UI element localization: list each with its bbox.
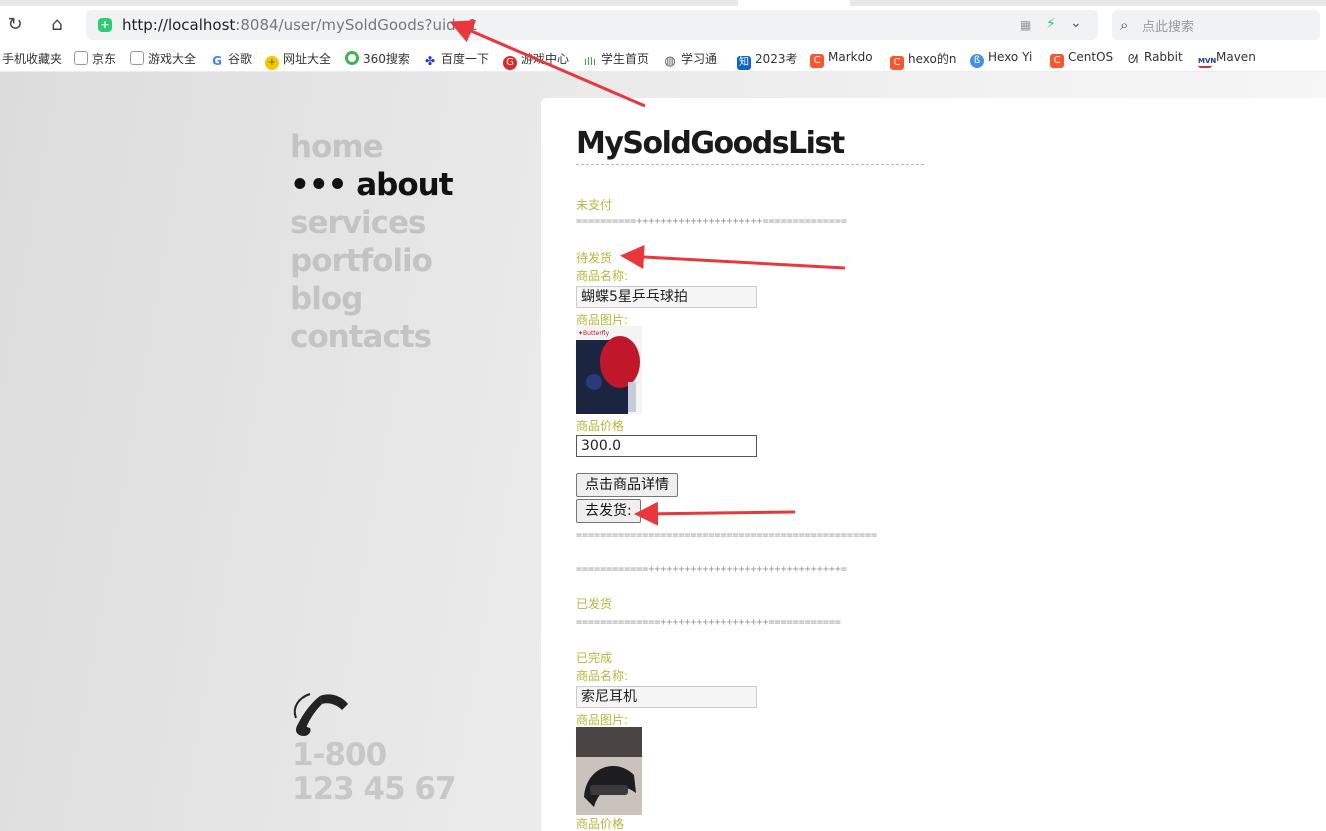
goods-image-paddle: ✦Butterfly	[576, 326, 642, 414]
bookmark-item[interactable]: C Markdo	[810, 50, 880, 68]
search-box[interactable]: ⌕ 点此搜索	[1112, 10, 1320, 40]
nav-contacts[interactable]: contacts	[290, 318, 453, 356]
bookmark-item[interactable]: G 游戏中心	[503, 50, 573, 70]
url-text[interactable]: http://localhost:8084/user/mySoldGoods?u…	[122, 16, 478, 34]
page-viewport: home ••• about services portfolio blog c…	[0, 72, 1326, 831]
status-to-ship: 待发货	[576, 251, 613, 265]
360-icon	[345, 51, 359, 65]
phone-line-1: 1-800	[292, 737, 387, 773]
nav-portfolio[interactable]: portfolio	[290, 242, 453, 280]
goods-name-field[interactable]: 索尼耳机	[576, 686, 757, 708]
nav-services[interactable]: services	[290, 204, 453, 242]
bookmark-item[interactable]: G 谷歌	[210, 50, 258, 68]
title-divider	[576, 164, 924, 165]
reload-icon[interactable]: ↻	[4, 14, 26, 36]
csdn-icon: C	[890, 56, 904, 70]
browser-toolbar: ↻ ⌂ + http://localhost:8084/user/mySoldG…	[0, 0, 1326, 46]
separator: ==========+++++++++++++++++++++=========…	[576, 216, 847, 227]
page-icon	[130, 51, 144, 65]
search-placeholder: 点此搜索	[1142, 20, 1195, 35]
bookmark-item[interactable]: 360搜索	[345, 50, 415, 67]
content-panel: MySoldGoodsList 未支付 ==========++++++++++…	[541, 98, 1326, 831]
wave-icon: ıllı	[583, 55, 597, 68]
csdn-icon: C	[1050, 54, 1064, 68]
nav-blog[interactable]: blog	[290, 280, 453, 318]
bookmark-item[interactable]: ıllı 学生首页	[583, 50, 653, 69]
svg-text:✦Butterfly: ✦Butterfly	[578, 330, 610, 337]
address-bar[interactable]: + http://localhost:8084/user/mySoldGoods…	[86, 10, 1098, 40]
status-completed: 已完成	[576, 651, 613, 665]
separator: ============++++++++++++++++++++++++++++…	[576, 564, 847, 575]
bookmark-item[interactable]: 游戏大全	[130, 50, 198, 67]
ship-button[interactable]: 去发货:	[576, 499, 641, 523]
bookmark-item[interactable]: MVNMaven	[1198, 50, 1262, 68]
bookmark-item[interactable]: ✤ 百度一下	[423, 50, 495, 68]
secure-shield-icon: +	[98, 18, 112, 32]
tab-strip	[0, 0, 1326, 6]
bookmark-item[interactable]: 京东	[74, 50, 122, 67]
separator: ==============++++++++++++++++++========…	[576, 617, 841, 628]
csdn-icon: C	[810, 54, 824, 68]
game-icon: G	[503, 56, 517, 70]
page-icon	[74, 51, 88, 65]
search-icon: ⌕	[1120, 16, 1129, 34]
telephone-icon	[293, 693, 348, 736]
hexo-icon: ß	[970, 54, 984, 68]
goods-price-label: 商品价格	[576, 817, 625, 831]
active-tab[interactable]	[738, 0, 850, 6]
globe-icon: ◍	[664, 54, 676, 69]
nav-about[interactable]: ••• about	[290, 166, 454, 204]
goods-name-field[interactable]: 蝴蝶5星乒乓球拍	[576, 286, 757, 308]
headphones-image	[576, 727, 642, 815]
bookmarks-bar: 手机收藏夹 京东 游戏大全 G 谷歌 + 网址大全 360搜索 ✤ 百度一下 G 游戏中…	[0, 46, 1326, 72]
bookmark-item[interactable]: 手机收藏夹	[2, 50, 66, 67]
site-nav: home ••• about services portfolio blog c…	[290, 128, 454, 356]
status-shipped: 已发货	[576, 597, 613, 611]
separator: ========================================…	[576, 530, 878, 541]
home-icon[interactable]: ⌂	[46, 14, 68, 36]
paddle-image: ✦Butterfly	[576, 326, 642, 414]
bookmark-item[interactable]: ᘛ Rabbit	[1126, 50, 1186, 66]
bookmark-item[interactable]: Chexo的n	[890, 50, 960, 70]
maven-icon: MVN	[1198, 54, 1216, 68]
goods-name-label: 商品名称:	[576, 669, 629, 683]
goods-price-field[interactable]: 300.0	[576, 435, 757, 457]
baidu-icon: ✤	[424, 54, 436, 68]
bookmark-item[interactable]: + 网址大全	[265, 50, 337, 70]
lightning-icon[interactable]: ⚡	[1046, 16, 1056, 32]
status-unpaid: 未支付	[576, 198, 613, 212]
chevron-down-icon[interactable]: ⌄	[1070, 15, 1082, 31]
goods-detail-button[interactable]: 点击商品详情	[576, 473, 678, 497]
bookmark-item[interactable]: ß Hexo Yi	[970, 50, 1040, 68]
zhihu-icon: 知	[737, 56, 751, 70]
bookmark-item[interactable]: ◍ 学习通	[663, 50, 729, 69]
site-icon: +	[265, 56, 279, 70]
qr-code-icon[interactable]: ▦	[1020, 18, 1031, 32]
phone-line-2: 123 45 67	[292, 771, 457, 807]
goods-image-headphones	[576, 727, 642, 815]
nav-home[interactable]: home	[290, 128, 453, 166]
google-icon: G	[212, 54, 222, 68]
page-title: MySoldGoodsList	[576, 126, 845, 161]
phone-number: 1-800 123 45 67	[292, 737, 457, 807]
bookmark-item[interactable]: C CentOS	[1050, 50, 1116, 68]
goods-image-label: 商品图片:	[576, 713, 629, 727]
rabbit-icon: ᘛ	[1127, 52, 1139, 66]
goods-name-label: 商品名称:	[576, 269, 629, 283]
goods-price-label: 商品价格	[576, 419, 625, 433]
bookmark-item[interactable]: 知 2023考	[737, 50, 801, 70]
